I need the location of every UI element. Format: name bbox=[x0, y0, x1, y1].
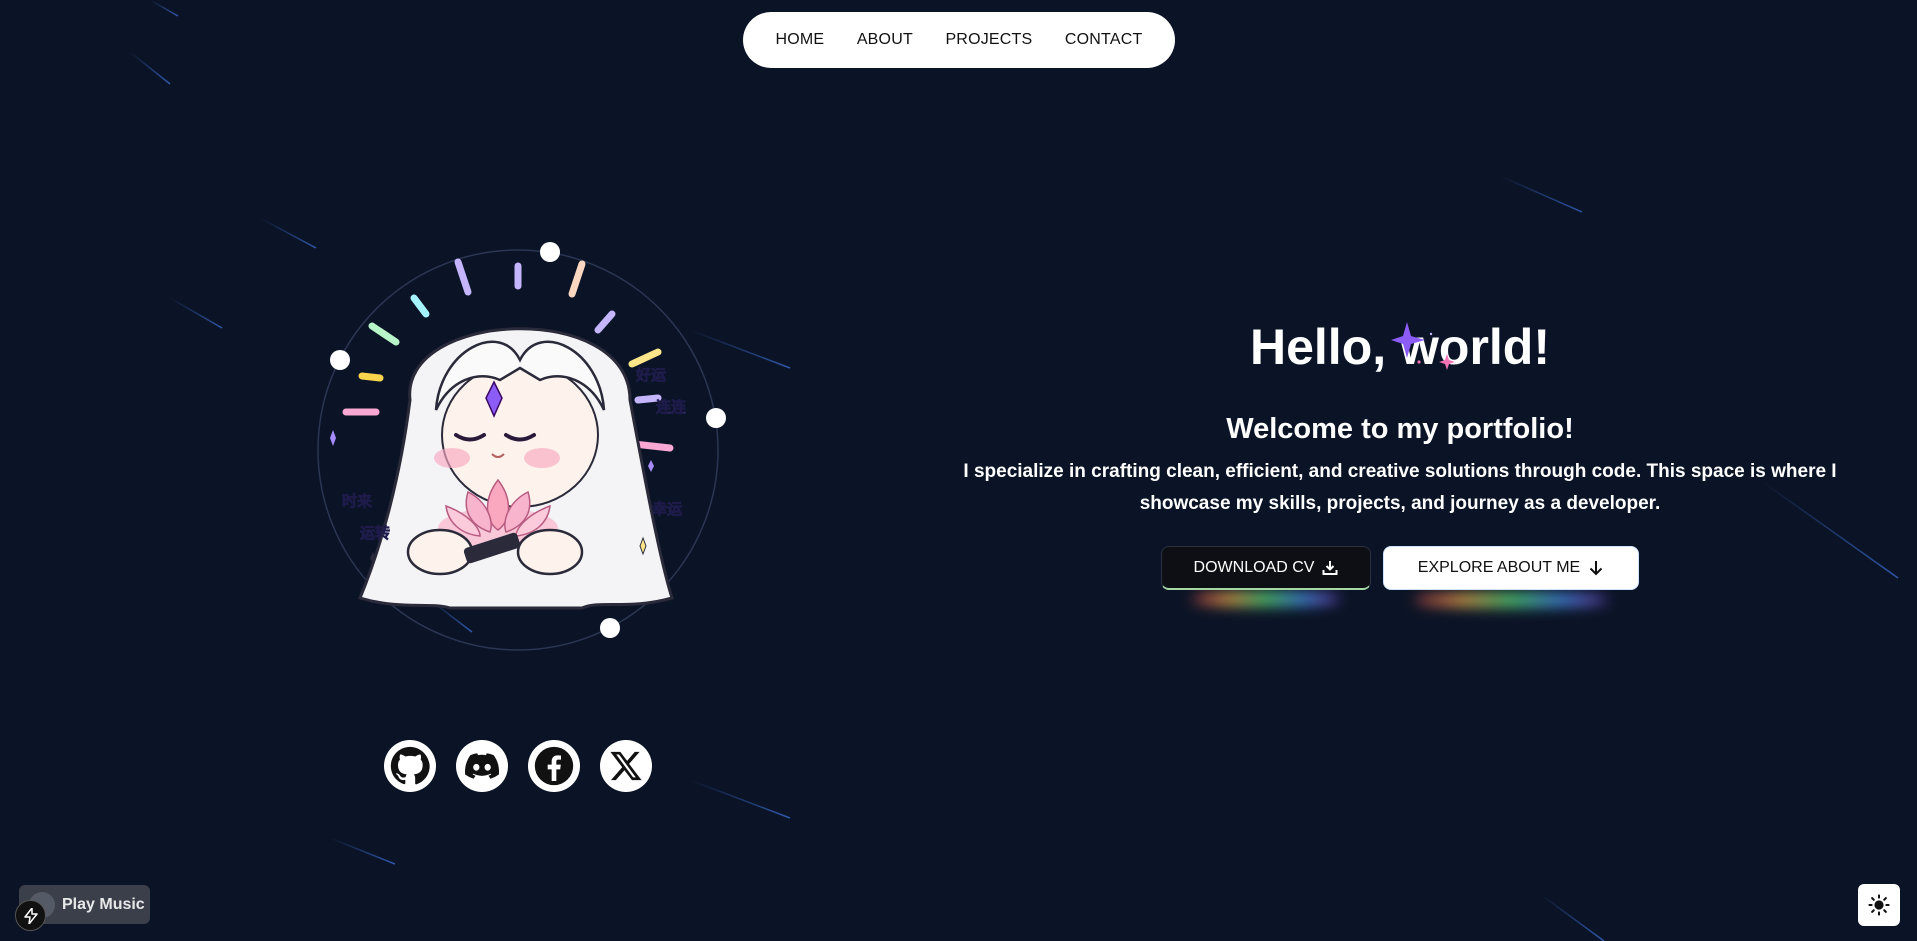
avatar-text-left-2: 运转 bbox=[360, 524, 390, 542]
facebook-link[interactable] bbox=[528, 740, 580, 792]
avatar-text-right-2: 连连 bbox=[656, 398, 687, 416]
arrow-down-icon bbox=[1589, 561, 1603, 576]
download-icon bbox=[1322, 560, 1338, 575]
x-link[interactable] bbox=[600, 740, 652, 792]
hero-heading: Hello, world! bbox=[1250, 320, 1550, 375]
hero-actions: DOWNLOAD CV EXPLORE ABOUT ME bbox=[945, 546, 1855, 607]
nav-home-link[interactable]: HOME bbox=[776, 31, 825, 49]
download-cv-button[interactable]: DOWNLOAD CV bbox=[1161, 546, 1371, 606]
discord-icon bbox=[465, 753, 499, 779]
avatar-text-right-3: 幸运 bbox=[652, 500, 682, 518]
avatar-art: 时来 运转 好运 连连 幸运 bbox=[317, 242, 726, 651]
bolt-icon bbox=[23, 907, 38, 924]
avatar-text-right-1: 好运 bbox=[635, 366, 666, 384]
hero-subheading: Welcome to my portfolio! bbox=[1226, 413, 1574, 445]
avatar-text-left-1: 时来 bbox=[342, 492, 373, 510]
theme-toggle-button[interactable] bbox=[1858, 884, 1900, 926]
top-navigation: HOME ABOUT PROJECTS CONTACT bbox=[743, 12, 1175, 68]
nav-contact-link[interactable]: CONTACT bbox=[1065, 31, 1143, 49]
explore-about-label: EXPLORE ABOUT ME bbox=[1417, 559, 1581, 576]
nav-about-link[interactable]: ABOUT bbox=[857, 31, 913, 49]
x-icon bbox=[610, 751, 642, 781]
github-icon bbox=[390, 746, 430, 785]
download-cv-label: DOWNLOAD CV bbox=[1193, 558, 1315, 576]
nav-projects-link[interactable]: PROJECTS bbox=[945, 31, 1032, 49]
sun-icon bbox=[1868, 894, 1890, 916]
hero-description: I specialize in crafting clean, efficien… bbox=[963, 461, 1837, 514]
bolt-badge[interactable] bbox=[15, 900, 46, 931]
hero-section: Hello, world! Welcome to my portfolio! I… bbox=[945, 320, 1855, 607]
explore-about-button[interactable]: EXPLORE ABOUT ME bbox=[1383, 546, 1639, 607]
facebook-icon bbox=[534, 746, 574, 786]
github-link[interactable] bbox=[384, 740, 436, 792]
sparkle-icon bbox=[1391, 322, 1455, 370]
button-glow bbox=[1192, 592, 1340, 606]
play-music-label: Play Music bbox=[62, 895, 145, 913]
avatar-illustration: 时来 运转 好运 连连 幸运 bbox=[300, 230, 740, 660]
button-glow bbox=[1414, 593, 1608, 607]
discord-link[interactable] bbox=[456, 740, 508, 792]
